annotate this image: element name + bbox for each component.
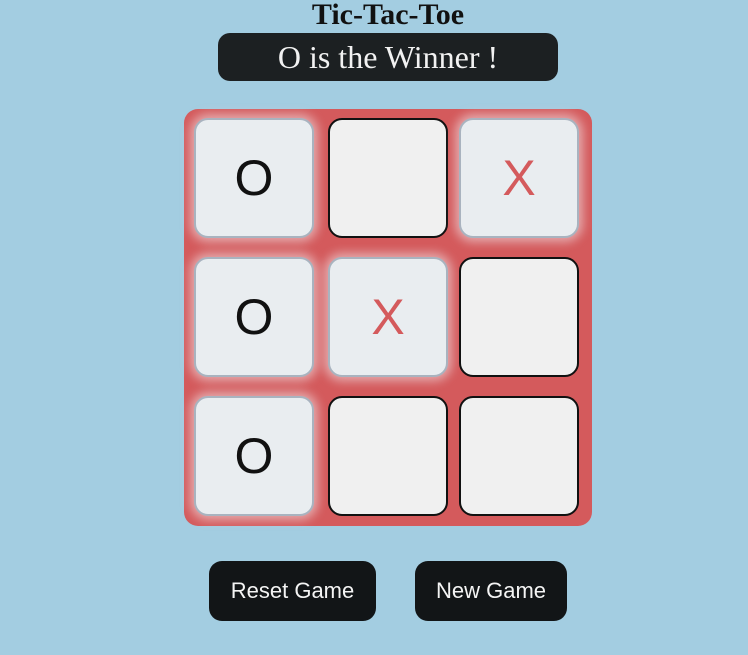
- game-board: O X O X O: [184, 109, 592, 526]
- board-cell-r3-c1[interactable]: O: [194, 396, 314, 516]
- cell-mark: O: [234, 428, 274, 484]
- board-cell-r1-c3[interactable]: X: [459, 118, 579, 238]
- board-cell-r2-c2[interactable]: X: [328, 257, 448, 377]
- winner-status-banner: O is the Winner !: [218, 33, 558, 81]
- board-cell-r2-c3[interactable]: [459, 257, 579, 377]
- board-cell-r1-c1[interactable]: O: [194, 118, 314, 238]
- game-title: Tic-Tac-Toe: [311, 0, 465, 31]
- board-cell-r3-c2[interactable]: [328, 396, 448, 516]
- cell-mark: X: [502, 150, 536, 206]
- cell-mark: X: [371, 289, 405, 345]
- board-cell-r3-c3[interactable]: [459, 396, 579, 516]
- reset-game-button[interactable]: Reset Game: [209, 561, 376, 621]
- cell-mark: O: [234, 289, 274, 345]
- board-cell-r1-c2[interactable]: [328, 118, 448, 238]
- cell-mark: O: [234, 150, 274, 206]
- board-cell-r2-c1[interactable]: O: [194, 257, 314, 377]
- new-game-button[interactable]: New Game: [415, 561, 567, 621]
